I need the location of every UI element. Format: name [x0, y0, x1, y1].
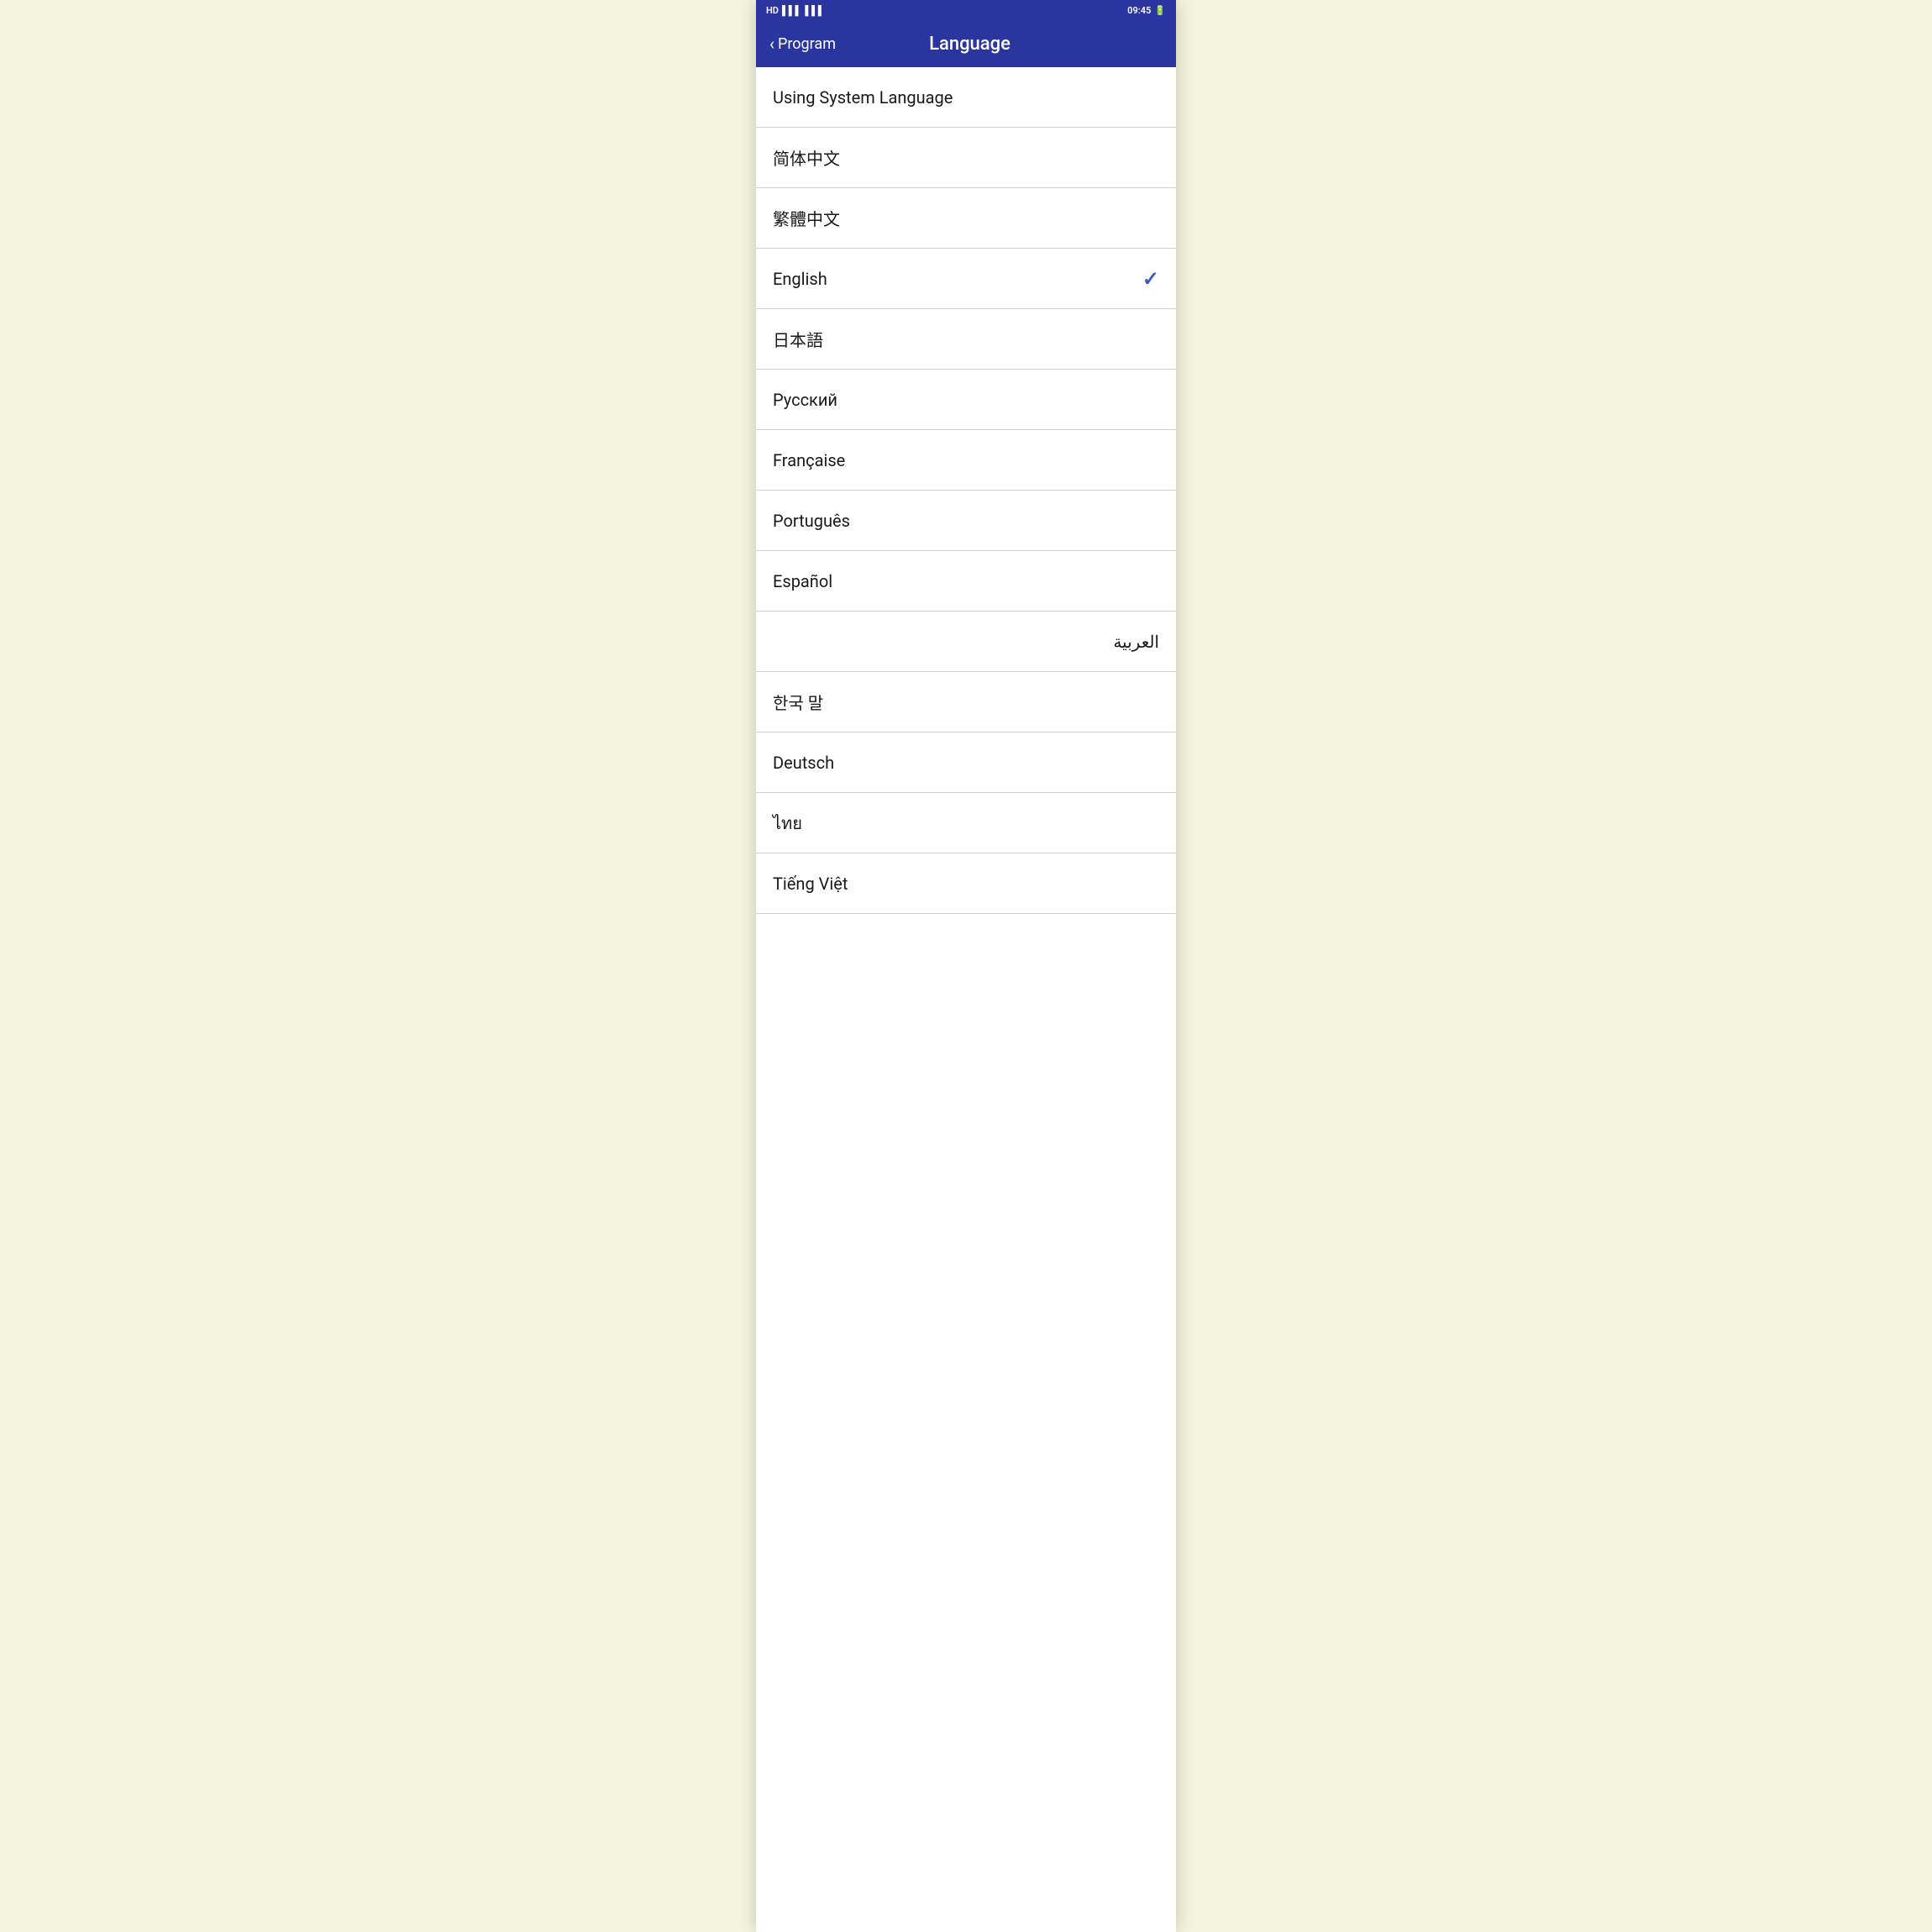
battery-icon: 🔋 — [1154, 5, 1166, 16]
language-name-vi: Tiếng Việt — [773, 874, 848, 894]
status-signal-2: ▌▌▌ — [805, 5, 824, 16]
language-name-pt: Português — [773, 511, 850, 531]
language-name-ru: Русский — [773, 390, 837, 410]
back-button[interactable]: ‹ Program — [769, 34, 836, 54]
language-item-zh-hant[interactable]: 繁體中文 — [756, 188, 1176, 249]
language-item-system[interactable]: Using System Language — [756, 67, 1176, 128]
language-item-ko[interactable]: 한국 말 — [756, 672, 1176, 732]
status-bar-right: 09:45 🔋 — [1127, 5, 1166, 16]
language-item-ru[interactable]: Русский — [756, 370, 1176, 430]
language-item-vi[interactable]: Tiếng Việt — [756, 853, 1176, 914]
language-item-pt[interactable]: Português — [756, 491, 1176, 551]
selected-checkmark-icon: ✓ — [1142, 267, 1159, 291]
status-bar-left: HD ▌▌▌ ▌▌▌ — [766, 5, 825, 16]
status-bar: HD ▌▌▌ ▌▌▌ 09:45 🔋 — [756, 0, 1176, 20]
language-item-es[interactable]: Español — [756, 551, 1176, 612]
language-item-de[interactable]: Deutsch — [756, 732, 1176, 793]
back-arrow-icon: ‹ — [769, 34, 774, 54]
language-name-es: Español — [773, 571, 832, 591]
language-name-ko: 한국 말 — [773, 690, 823, 714]
language-item-zh-hans[interactable]: 简体中文 — [756, 128, 1176, 188]
language-name-zh-hans: 简体中文 — [773, 145, 840, 170]
language-item-fr[interactable]: Française — [756, 430, 1176, 491]
language-name-de: Deutsch — [773, 753, 834, 773]
language-list: Using System Language 简体中文繁體中文 English ✓ 日本語… — [756, 67, 1176, 1932]
language-item-ja[interactable]: 日本語 — [756, 309, 1176, 370]
nav-title: Language — [836, 34, 1104, 55]
language-item-th[interactable]: ไทย — [756, 793, 1176, 853]
language-name-en: English — [773, 269, 827, 289]
status-hd-icon: HD — [766, 5, 779, 16]
language-name-ar: العربية — [773, 632, 1159, 652]
language-name-zh-hant: 繁體中文 — [773, 206, 840, 230]
language-item-ar[interactable]: العربية — [756, 612, 1176, 672]
phone-container: HD ▌▌▌ ▌▌▌ 09:45 🔋 ‹ Program Language Us… — [756, 0, 1176, 1932]
language-name-th: ไทย — [773, 810, 802, 837]
nav-bar: ‹ Program Language — [756, 20, 1176, 67]
language-name-system: Using System Language — [773, 87, 953, 108]
status-time: 09:45 — [1127, 5, 1151, 16]
status-signal-1: ▌▌▌ — [782, 5, 801, 16]
language-name-ja: 日本語 — [773, 327, 823, 351]
language-item-en[interactable]: English ✓ — [756, 249, 1176, 309]
language-name-fr: Française — [773, 450, 845, 470]
back-label: Program — [778, 35, 836, 53]
